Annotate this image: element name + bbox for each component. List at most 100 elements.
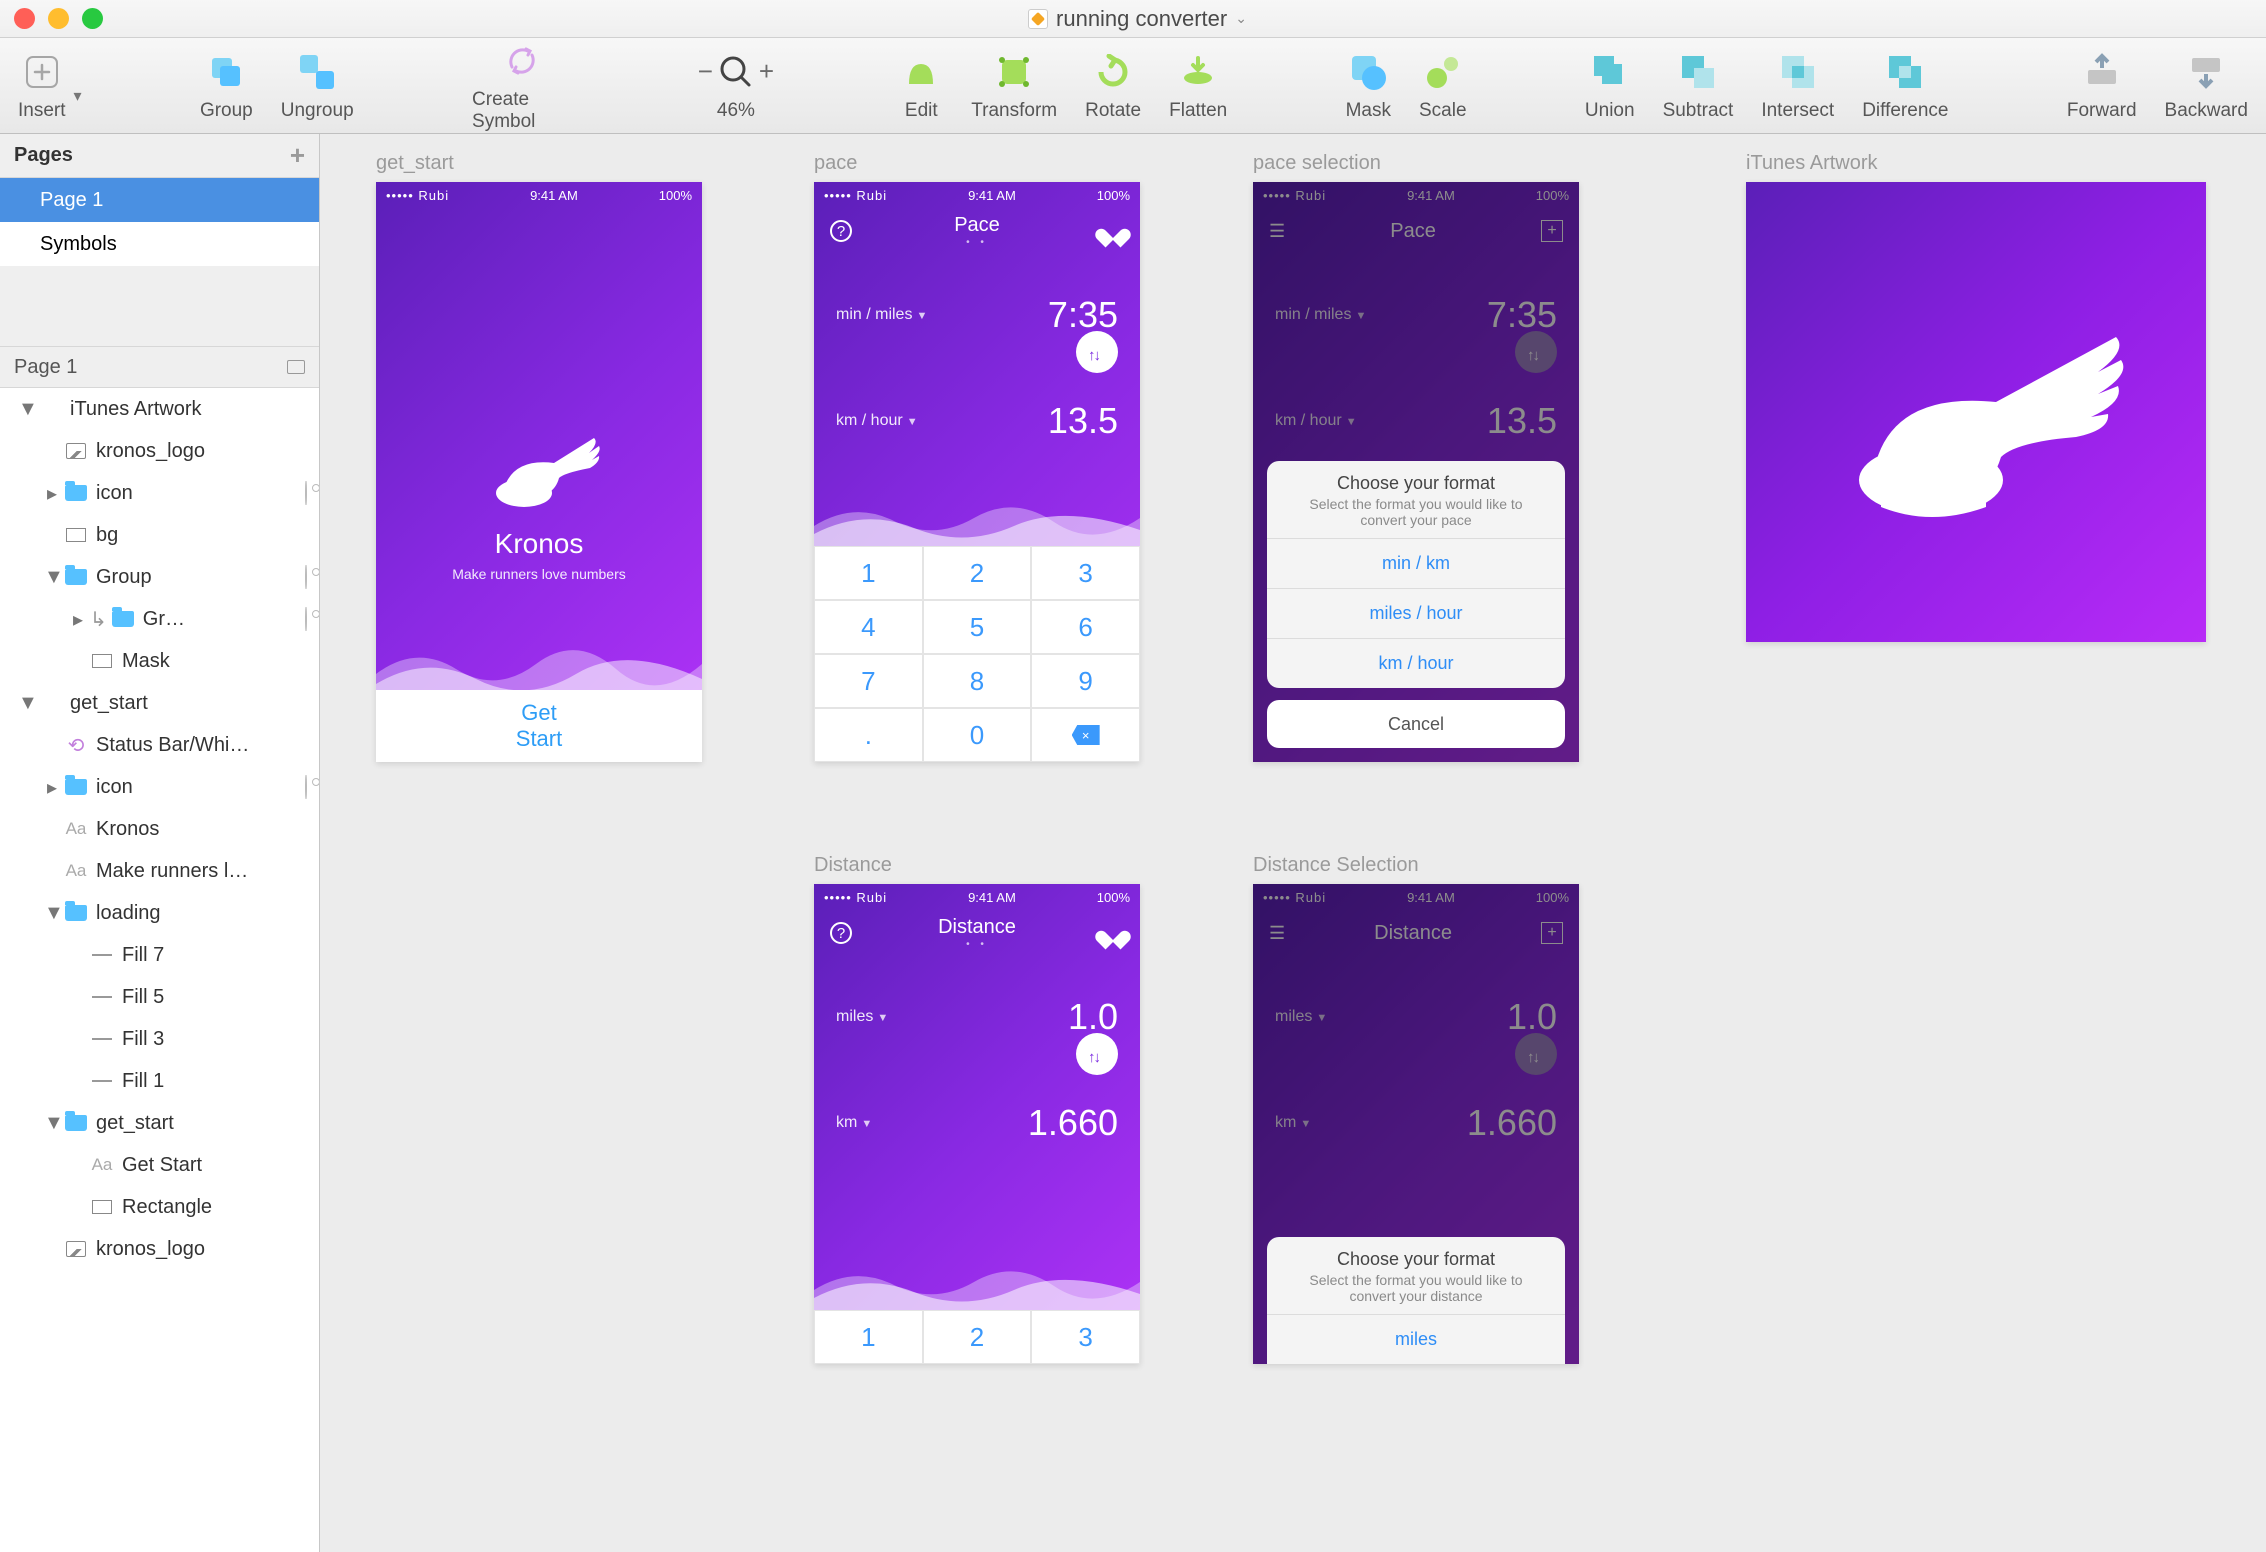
pages-list: Page 1 Symbols [0, 178, 319, 266]
intersect-button[interactable]: Intersect [1761, 50, 1834, 122]
kronos-logo [376, 408, 702, 528]
mask-button[interactable]: Mask [1346, 50, 1391, 122]
artboard-label[interactable]: pace [814, 152, 857, 175]
layer-row[interactable]: Rectangle [0, 1186, 319, 1228]
layer-row[interactable]: ⟲Status Bar/Whi… [0, 724, 319, 766]
dropdown-arrow-icon[interactable]: ▾ [74, 86, 82, 106]
artboard-overview-icon[interactable] [287, 360, 305, 374]
insert-button[interactable]: Insert [18, 50, 66, 122]
transform-button[interactable]: Transform [971, 50, 1057, 122]
add-icon: + [1541, 922, 1563, 944]
layer-row[interactable]: kronos_logo [0, 1228, 319, 1270]
page-item[interactable]: Symbols [0, 222, 319, 266]
key: 2 [923, 1310, 1032, 1364]
ungroup-button[interactable]: Ungroup [281, 50, 354, 122]
create-symbol-button[interactable]: Create Symbol [472, 39, 573, 133]
artboard-label[interactable]: get_start [376, 152, 454, 175]
edit-button[interactable]: Edit [899, 50, 943, 122]
key: 1 [814, 1310, 923, 1364]
artboard-pace-selection[interactable]: ••••• Rubi9:41 AM100% ☰Pace+ min / miles… [1253, 182, 1579, 762]
chevron-down-icon[interactable]: ⌄ [1235, 10, 1247, 27]
section-header-label: Page 1 [14, 356, 77, 379]
artboard-label[interactable]: pace selection [1253, 152, 1381, 175]
help-icon: ? [830, 220, 852, 242]
key: 4 [814, 600, 923, 654]
heart-icon [1102, 221, 1124, 241]
swap-icon [1076, 331, 1118, 373]
layer-row[interactable]: ▸↳Gr… [0, 598, 319, 640]
rotate-button[interactable]: Rotate [1085, 50, 1141, 122]
subtract-button[interactable]: Subtract [1663, 50, 1734, 122]
sheet-subtitle: Select the format you would like to conv… [1267, 496, 1565, 538]
traffic-lights [14, 8, 103, 29]
swap-icon [1515, 1033, 1557, 1075]
page-item[interactable]: Page 1 [0, 178, 319, 222]
artboard-label[interactable]: iTunes Artwork [1746, 152, 1878, 175]
sheet-option: miles / hour [1267, 588, 1565, 638]
pace-value-1: 7:35 [1048, 294, 1118, 336]
key: × [1031, 708, 1140, 762]
flatten-button[interactable]: Flatten [1169, 50, 1227, 122]
layer-row[interactable]: AaKronos [0, 808, 319, 850]
window-titlebar: running converter ⌄ [0, 0, 2266, 38]
key: . [814, 708, 923, 762]
numeric-keypad: 1 2 3 [814, 1310, 1140, 1364]
visibility-toggle[interactable] [305, 566, 307, 589]
union-button[interactable]: Union [1585, 50, 1635, 122]
difference-button[interactable]: Difference [1862, 50, 1948, 122]
sheet-option: km / hour [1267, 638, 1565, 688]
artboard-distance-selection[interactable]: ••••• Rubi9:41 AM100% ☰Distance+ miles▼1… [1253, 884, 1579, 1364]
nav-title: Pace [954, 214, 1000, 237]
action-sheet: Choose your format Select the format you… [1267, 1237, 1565, 1364]
layer-row[interactable]: kronos_logo [0, 430, 319, 472]
layer-row[interactable]: ▼loading [0, 892, 319, 934]
layer-row[interactable]: Fill 3 [0, 1018, 319, 1060]
key: 7 [814, 654, 923, 708]
layer-row[interactable]: AaMake runners l… [0, 850, 319, 892]
key: 6 [1031, 600, 1140, 654]
scale-button[interactable]: Scale [1419, 50, 1467, 122]
artboard-pace[interactable]: ••••• Rubi9:41 AM100% ? Pace• • min / mi… [814, 182, 1140, 762]
artboard-label[interactable]: Distance [814, 854, 892, 877]
key: 8 [923, 654, 1032, 708]
numeric-keypad: 123456789.0× [814, 546, 1140, 762]
layer-row[interactable]: ▼get_start [0, 682, 319, 724]
layer-row[interactable]: ▼get_start [0, 1102, 319, 1144]
swap-icon [1076, 1033, 1118, 1075]
layer-row[interactable]: Mask [0, 640, 319, 682]
key: 0 [923, 708, 1032, 762]
visibility-toggle[interactable] [305, 776, 307, 799]
layers-section-header: Page 1 [0, 346, 319, 388]
close-window-button[interactable] [14, 8, 35, 29]
toolbar: Insert ▾ Group Ungroup Create Symbol −+ … [0, 38, 2266, 134]
artboard-itunes-artwork[interactable] [1746, 182, 2206, 642]
layer-row[interactable]: ▼iTunes Artwork [0, 388, 319, 430]
group-button[interactable]: Group [200, 50, 253, 122]
layer-row[interactable]: Fill 1 [0, 1060, 319, 1102]
artboard-distance[interactable]: ••••• Rubi9:41 AM100% ?Distance• • miles… [814, 884, 1140, 1364]
layer-row[interactable]: ▸icon [0, 766, 319, 808]
menu-icon: ☰ [1269, 923, 1285, 944]
layer-row[interactable]: ▼Group [0, 556, 319, 598]
backward-button[interactable]: Backward [2165, 50, 2248, 122]
layer-row[interactable]: ▸icon [0, 472, 319, 514]
zoom-window-button[interactable] [82, 8, 103, 29]
forward-button[interactable]: Forward [2067, 50, 2137, 122]
layer-row[interactable]: bg [0, 514, 319, 556]
layer-row[interactable]: Fill 7 [0, 934, 319, 976]
artboard-get-start[interactable]: ••••• Rubi 9:41 AM 100% Kronos Make runn… [376, 182, 702, 762]
action-sheet: Choose your format Select the format you… [1267, 461, 1565, 688]
artboard-label[interactable]: Distance Selection [1253, 854, 1419, 877]
canvas[interactable]: get_start ••••• Rubi 9:41 AM 100% Kronos… [320, 134, 2266, 1552]
document-title-text: running converter [1056, 6, 1227, 32]
key: 5 [923, 600, 1032, 654]
minimize-window-button[interactable] [48, 8, 69, 29]
zoom-control[interactable]: −+ 46% [691, 50, 781, 122]
add-page-button[interactable]: + [290, 140, 305, 171]
layer-row[interactable]: AaGet Start [0, 1144, 319, 1186]
layer-row[interactable]: Fill 5 [0, 976, 319, 1018]
visibility-toggle[interactable] [305, 482, 307, 505]
pace-value-2: 13.5 [1048, 400, 1118, 442]
visibility-toggle[interactable] [305, 608, 307, 631]
status-bar: ••••• Rubi 9:41 AM 100% [376, 182, 702, 208]
